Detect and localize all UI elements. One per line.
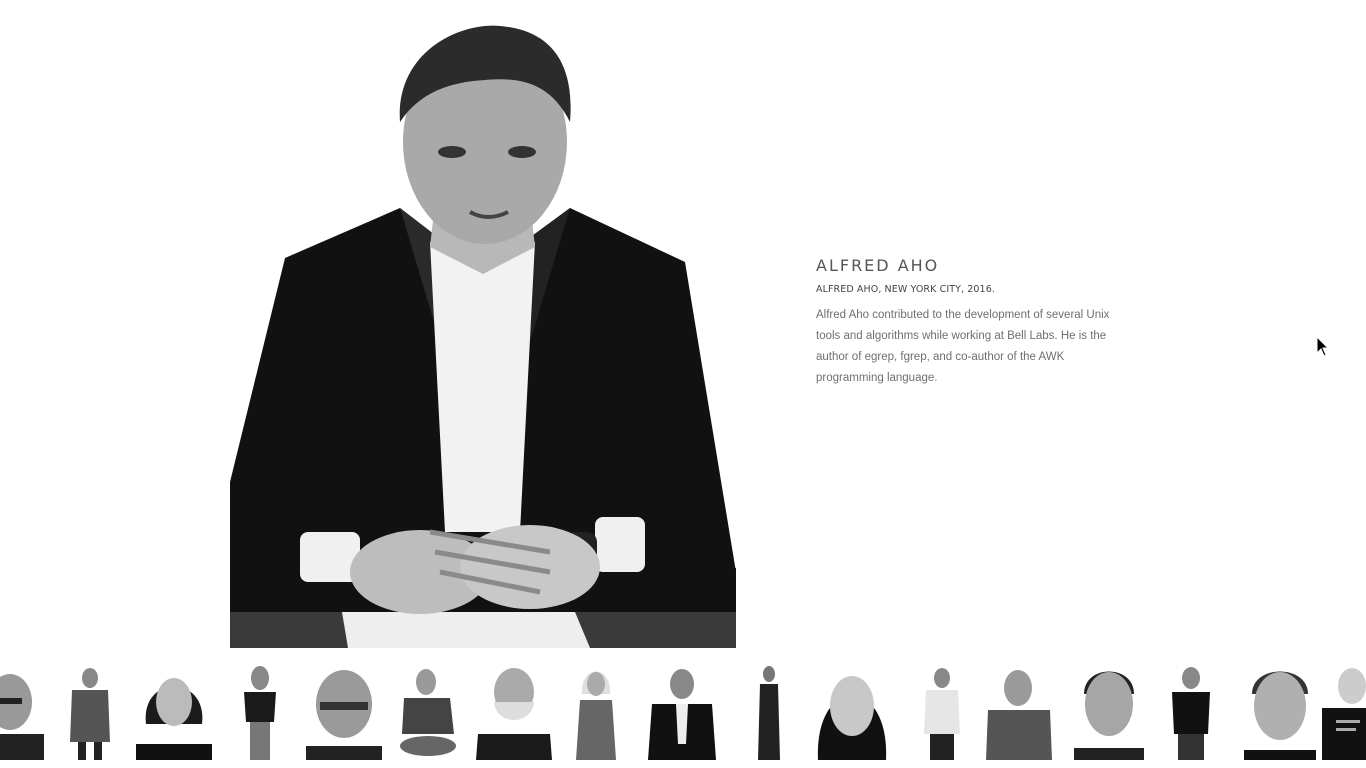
person-description: Alfred Aho contributed to the developmen… xyxy=(816,309,1110,384)
thumbnail-12[interactable] xyxy=(912,664,972,760)
thumbnail-7[interactable] xyxy=(476,664,552,760)
person-name-heading: ALFRED AHO xyxy=(816,256,940,275)
thumbnail-5[interactable] xyxy=(306,664,382,760)
mouse-cursor-icon xyxy=(1316,336,1330,357)
thumbnail-8[interactable] xyxy=(566,664,626,760)
thumbnail-11[interactable] xyxy=(814,664,890,760)
main-portrait-photo xyxy=(230,12,736,648)
thumbnail-15[interactable] xyxy=(1166,664,1216,760)
thumbnail-14[interactable] xyxy=(1074,664,1144,760)
thumbnail-2[interactable] xyxy=(64,664,116,760)
thumbnail-strip xyxy=(0,664,1366,768)
portrait-illustration xyxy=(230,25,736,648)
thumbnail-6[interactable] xyxy=(394,664,464,760)
thumbnail-16[interactable] xyxy=(1244,664,1316,760)
thumbnail-13[interactable] xyxy=(984,664,1054,760)
thumbnail-10[interactable] xyxy=(752,664,786,760)
person-info-panel: ALFRED AHO ALFRED AHO, NEW YORK CITY, 20… xyxy=(816,256,1134,389)
photo-caption: ALFRED AHO, NEW YORK CITY, 2016. xyxy=(816,284,995,295)
thumbnail-1[interactable] xyxy=(0,664,44,760)
thumbnail-3[interactable] xyxy=(136,664,212,760)
thumbnail-9[interactable] xyxy=(644,664,720,760)
thumbnail-17[interactable] xyxy=(1322,664,1366,760)
thumbnail-4[interactable] xyxy=(222,664,298,760)
